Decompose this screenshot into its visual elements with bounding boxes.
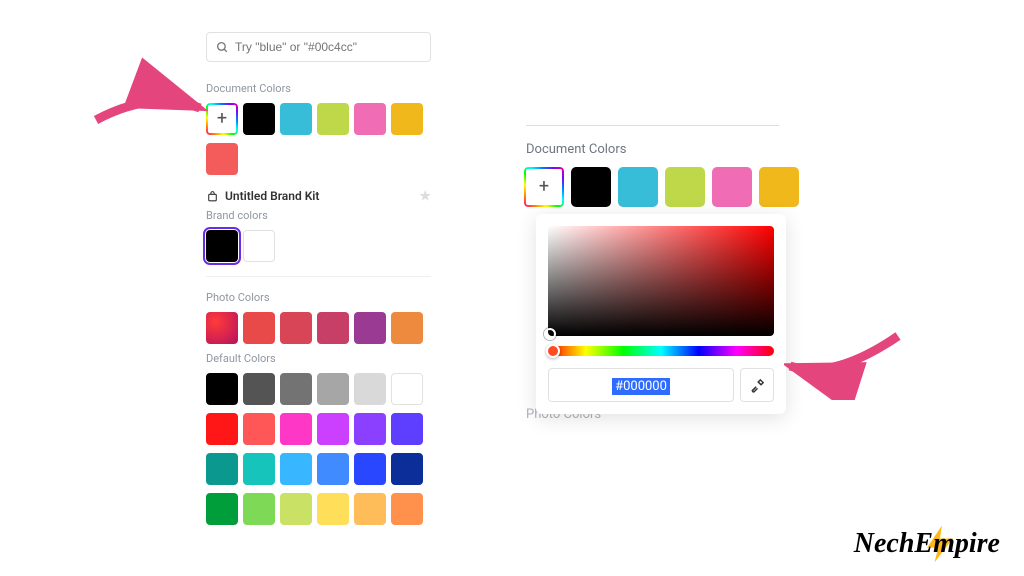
swatch[interactable] bbox=[354, 493, 386, 525]
annotation-arrow-right bbox=[784, 330, 904, 404]
swatch[interactable] bbox=[243, 453, 275, 485]
saturation-handle[interactable] bbox=[544, 328, 556, 340]
swatch[interactable] bbox=[243, 373, 275, 405]
document-colors-row2 bbox=[206, 143, 431, 175]
swatch[interactable] bbox=[317, 453, 349, 485]
favorite-icon[interactable]: ★ bbox=[419, 189, 431, 204]
brand-colors-row bbox=[206, 230, 431, 262]
swatch[interactable] bbox=[280, 103, 312, 135]
swatch[interactable] bbox=[206, 312, 238, 344]
swatch[interactable] bbox=[243, 413, 275, 445]
hue-slider[interactable] bbox=[548, 346, 774, 356]
document-colors-row: + bbox=[206, 103, 431, 135]
swatch[interactable] bbox=[354, 453, 386, 485]
swatch[interactable] bbox=[391, 493, 423, 525]
swatch[interactable] bbox=[280, 373, 312, 405]
document-colors-heading-right: Document Colors bbox=[526, 142, 824, 157]
eyedropper-button[interactable] bbox=[740, 368, 774, 402]
swatch[interactable] bbox=[317, 103, 349, 135]
plus-icon: + bbox=[217, 110, 227, 128]
swatch[interactable] bbox=[759, 167, 799, 207]
default-colors-row bbox=[206, 493, 431, 525]
swatch[interactable] bbox=[391, 312, 423, 344]
swatch[interactable] bbox=[243, 493, 275, 525]
add-color-button[interactable]: + bbox=[524, 167, 564, 207]
swatch[interactable] bbox=[712, 167, 752, 207]
swatch-selected[interactable] bbox=[206, 230, 238, 262]
swatch[interactable] bbox=[206, 373, 238, 405]
color-picker-popover: #000000 bbox=[536, 214, 786, 414]
swatch[interactable] bbox=[317, 312, 349, 344]
swatch[interactable] bbox=[571, 167, 611, 207]
swatch[interactable] bbox=[243, 103, 275, 135]
brand-kit-icon bbox=[206, 190, 219, 203]
color-panel-left: Document Colors + Untitled Brand Kit ★ B… bbox=[206, 32, 431, 533]
brand-kit-header: Untitled Brand Kit ★ bbox=[206, 189, 431, 203]
swatch[interactable] bbox=[280, 413, 312, 445]
swatch[interactable] bbox=[354, 373, 386, 405]
swatch[interactable] bbox=[243, 230, 275, 262]
document-colors-row-right: + bbox=[524, 167, 824, 207]
divider bbox=[206, 276, 431, 277]
eyedropper-icon bbox=[749, 377, 766, 394]
default-colors-row bbox=[206, 373, 431, 405]
annotation-arrow-left bbox=[92, 82, 212, 136]
brand-colors-heading: Brand colors bbox=[206, 209, 431, 222]
swatch[interactable] bbox=[618, 167, 658, 207]
hue-handle[interactable] bbox=[546, 344, 560, 358]
hex-value: #000000 bbox=[612, 378, 670, 395]
swatch[interactable] bbox=[243, 312, 275, 344]
swatch[interactable] bbox=[317, 373, 349, 405]
default-colors-heading: Default Colors bbox=[206, 352, 431, 365]
swatch[interactable] bbox=[280, 312, 312, 344]
search-icon bbox=[216, 41, 229, 54]
brand-kit-title: Untitled Brand Kit bbox=[225, 189, 319, 203]
watermark-logo: NechEmpire bbox=[854, 528, 1000, 560]
default-colors-row bbox=[206, 453, 431, 485]
swatch[interactable] bbox=[206, 493, 238, 525]
photo-colors-heading: Photo Colors bbox=[206, 291, 431, 304]
saturation-area[interactable] bbox=[548, 226, 774, 336]
swatch[interactable] bbox=[354, 413, 386, 445]
swatch[interactable] bbox=[391, 103, 423, 135]
photo-colors-row bbox=[206, 312, 431, 344]
swatch[interactable] bbox=[391, 453, 423, 485]
document-colors-heading: Document Colors bbox=[206, 82, 431, 95]
swatch[interactable] bbox=[206, 413, 238, 445]
swatch[interactable] bbox=[354, 312, 386, 344]
swatch[interactable] bbox=[354, 103, 386, 135]
color-search[interactable] bbox=[206, 32, 431, 62]
swatch[interactable] bbox=[280, 453, 312, 485]
plus-icon: + bbox=[539, 178, 549, 196]
swatch[interactable] bbox=[280, 493, 312, 525]
swatch[interactable] bbox=[665, 167, 705, 207]
hex-row: #000000 bbox=[548, 368, 774, 402]
swatch[interactable] bbox=[391, 413, 423, 445]
swatch[interactable] bbox=[391, 373, 423, 405]
swatch[interactable] bbox=[206, 143, 238, 175]
hex-input[interactable]: #000000 bbox=[548, 368, 734, 402]
swatch[interactable] bbox=[317, 493, 349, 525]
default-colors-row bbox=[206, 413, 431, 445]
swatch[interactable] bbox=[317, 413, 349, 445]
color-search-input[interactable] bbox=[235, 40, 421, 54]
swatch[interactable] bbox=[206, 453, 238, 485]
watermark-text: NechEmpire bbox=[854, 528, 1000, 559]
